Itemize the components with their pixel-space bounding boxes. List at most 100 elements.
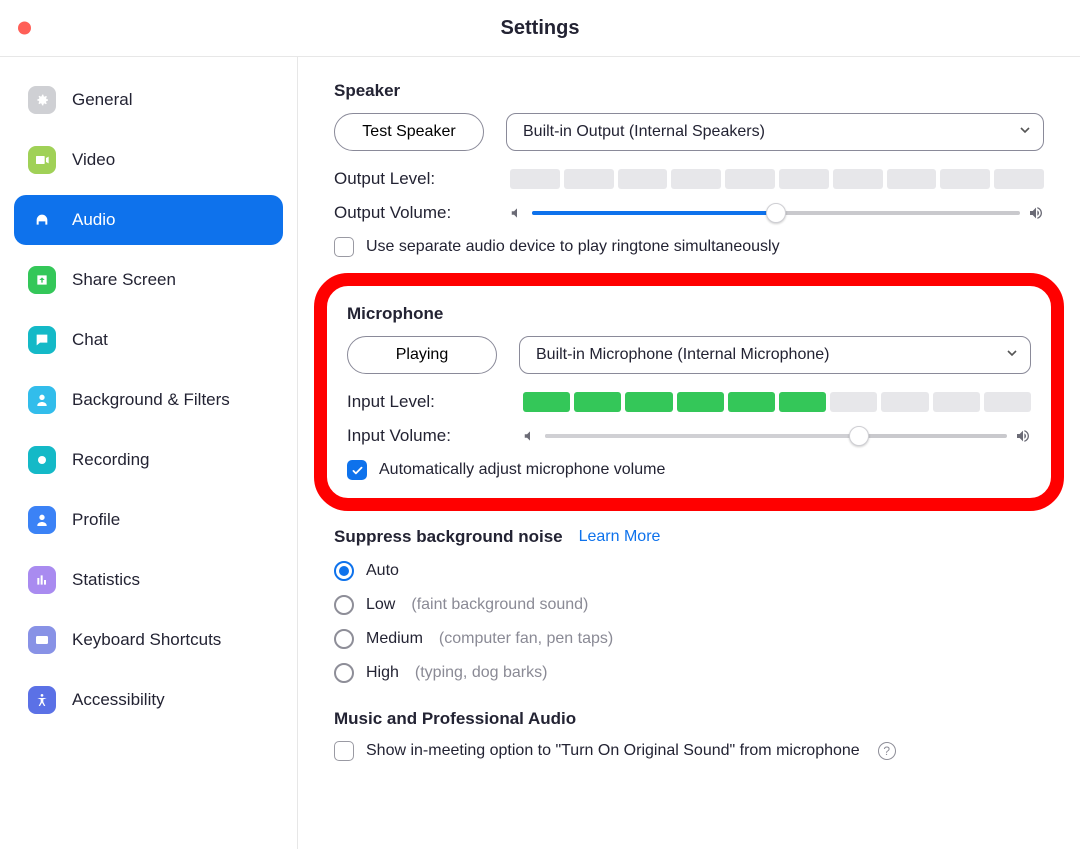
microphone-section-highlight: Microphone Playing Built-in Microphone (… (314, 273, 1064, 511)
meter-segment (574, 392, 621, 412)
input-volume-label: Input Volume: (347, 426, 523, 446)
meter-segment (933, 392, 980, 412)
sidebar-item-label: Chat (72, 330, 108, 350)
record-icon (28, 446, 56, 474)
meter-segment (940, 169, 990, 189)
speaker-device-select[interactable]: Built-in Output (Internal Speakers) (506, 113, 1044, 151)
music-audio-title: Music and Professional Audio (334, 709, 1044, 729)
sidebar-item-label: Audio (72, 210, 115, 230)
meter-segment (728, 392, 775, 412)
volume-high-icon (1028, 205, 1044, 221)
accessibility-icon (28, 686, 56, 714)
meter-segment (625, 392, 672, 412)
meter-segment (779, 169, 829, 189)
ringtone-device-label: Use separate audio device to play ringto… (366, 238, 780, 256)
test-speaker-button[interactable]: Test Speaker (334, 113, 484, 151)
suppress-noise-title: Suppress background noise (334, 527, 563, 547)
sidebar-item-label: Recording (72, 450, 150, 470)
share-icon (28, 266, 56, 294)
meter-segment (618, 169, 668, 189)
meter-segment (833, 169, 883, 189)
microphone-device-select[interactable]: Built-in Microphone (Internal Microphone… (519, 336, 1031, 374)
sidebar-item-profile[interactable]: Profile (14, 495, 283, 545)
suppress-option-hint: (computer fan, pen taps) (439, 630, 613, 648)
sidebar-item-bg-filters[interactable]: Background & Filters (14, 375, 283, 425)
keyboard-icon (28, 626, 56, 654)
settings-panel-audio: Speaker Test Speaker Built-in Output (In… (298, 57, 1080, 849)
volume-low-icon (523, 429, 537, 443)
meter-segment (564, 169, 614, 189)
meter-segment (671, 169, 721, 189)
meter-segment (881, 392, 928, 412)
suppress-option-low[interactable]: Low(faint background sound) (334, 595, 1044, 615)
meter-segment (984, 392, 1031, 412)
window-controls (18, 22, 31, 35)
ringtone-device-checkbox[interactable] (334, 237, 354, 257)
settings-sidebar: General Video Audio Share Screen Chat Backgro… (0, 57, 298, 849)
meter-segment (677, 392, 724, 412)
bars-icon (28, 566, 56, 594)
close-window-icon[interactable] (18, 22, 31, 35)
sidebar-item-general[interactable]: General (14, 75, 283, 125)
chat-icon (28, 326, 56, 354)
radio-icon[interactable] (334, 629, 354, 649)
radio-icon[interactable] (334, 595, 354, 615)
title-bar: Settings (0, 0, 1080, 57)
sidebar-item-share-screen[interactable]: Share Screen (14, 255, 283, 305)
original-sound-label: Show in-meeting option to "Turn On Origi… (366, 742, 860, 760)
output-volume-label: Output Volume: (334, 203, 510, 223)
volume-low-icon (510, 206, 524, 220)
sidebar-item-label: Accessibility (72, 690, 165, 710)
original-sound-checkbox[interactable] (334, 741, 354, 761)
sidebar-item-accessibility[interactable]: Accessibility (14, 675, 283, 725)
sidebar-item-audio[interactable]: Audio (14, 195, 283, 245)
suppress-option-high[interactable]: High (typing, dog barks) (334, 663, 1044, 683)
info-icon[interactable]: ? (878, 742, 896, 760)
microphone-device-value: Built-in Microphone (Internal Microphone… (536, 346, 829, 364)
meter-segment (994, 169, 1044, 189)
speaker-title: Speaker (334, 81, 1044, 101)
suppress-option-label: Medium (366, 630, 423, 648)
sidebar-item-label: Keyboard Shortcuts (72, 630, 221, 650)
meter-segment (725, 169, 775, 189)
meter-segment (830, 392, 877, 412)
sidebar-item-label: Background & Filters (72, 390, 230, 410)
chevron-down-icon (1006, 346, 1018, 364)
output-level-meter (510, 169, 1044, 189)
sidebar-item-label: Profile (72, 510, 120, 530)
suppress-option-label: High (366, 664, 399, 682)
meter-segment (887, 169, 937, 189)
suppress-option-hint: (faint background sound) (411, 596, 588, 614)
suppress-option-medium[interactable]: Medium (computer fan, pen taps) (334, 629, 1044, 649)
auto-adjust-mic-label: Automatically adjust microphone volume (379, 461, 665, 479)
sidebar-item-recording[interactable]: Recording (14, 435, 283, 485)
input-level-label: Input Level: (347, 392, 523, 412)
sidebar-item-keyboard[interactable]: Keyboard Shortcuts (14, 615, 283, 665)
output-volume-slider[interactable] (532, 211, 1020, 215)
auto-adjust-mic-checkbox[interactable] (347, 460, 367, 480)
test-mic-button[interactable]: Playing (347, 336, 497, 374)
sidebar-item-video[interactable]: Video (14, 135, 283, 185)
speaker-section: Speaker Test Speaker Built-in Output (In… (334, 81, 1044, 257)
radio-icon[interactable] (334, 663, 354, 683)
volume-high-icon (1015, 428, 1031, 444)
headphones-icon (28, 206, 56, 234)
sidebar-item-chat[interactable]: Chat (14, 315, 283, 365)
meter-segment (779, 392, 826, 412)
chevron-down-icon (1019, 123, 1031, 141)
suppress-noise-learn-more-link[interactable]: Learn More (579, 528, 661, 546)
sidebar-item-statistics[interactable]: Statistics (14, 555, 283, 605)
input-volume-slider[interactable] (545, 434, 1007, 438)
radio-icon[interactable] (334, 561, 354, 581)
video-icon (28, 146, 56, 174)
sidebar-item-label: Statistics (72, 570, 140, 590)
meter-segment (510, 169, 560, 189)
suppress-option-hint: (typing, dog barks) (415, 664, 548, 682)
gear-icon (28, 86, 56, 114)
suppress-option-auto[interactable]: Auto (334, 561, 1044, 581)
microphone-title: Microphone (347, 304, 1031, 324)
sidebar-item-label: Video (72, 150, 115, 170)
person-icon (28, 386, 56, 414)
suppress-noise-options: Auto Low(faint background sound) Medium (co… (334, 561, 1044, 683)
sidebar-item-label: Share Screen (72, 270, 176, 290)
